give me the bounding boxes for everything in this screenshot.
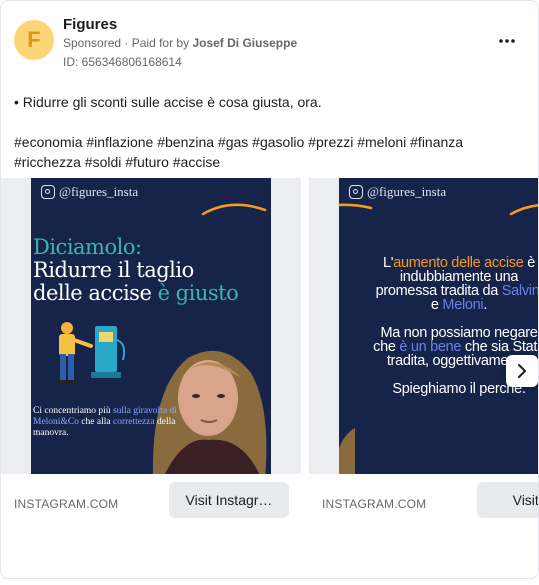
text-part: . <box>483 297 488 313</box>
post-body: • Ridurre gli sconti sulle accise è cosa… <box>14 92 524 172</box>
orange-swoosh-icon <box>339 203 373 210</box>
slide-caption: Ci concentriamo più sulla giravolta di M… <box>33 406 183 439</box>
post-text: • Ridurre gli sconti sulle accise è cosa… <box>14 94 322 110</box>
more-horizontal-icon <box>499 39 515 43</box>
ad-card: F Figures Sponsored · Paid for by Josef … <box>0 0 539 579</box>
paid-for-label: · Paid for by <box>124 36 190 50</box>
slide-media[interactable]: @figures_insta L'aumento delle accise è … <box>309 178 539 474</box>
slide-footer: INSTAGRAM.COM Visit Instagr… <box>1 474 301 528</box>
visit-instagram-button[interactable]: Visit Instagr… <box>169 482 289 518</box>
carousel-card-2[interactable]: @figures_insta L'aumento delle accise è … <box>309 178 539 528</box>
text-part: e <box>430 297 443 313</box>
slide-image: @figures_insta Diciamolo: Ridurre il tag… <box>31 178 271 474</box>
orange-swoosh-icon <box>201 203 267 216</box>
instagram-icon <box>41 185 55 199</box>
page-avatar[interactable]: F <box>14 20 54 60</box>
portrait-photo <box>152 350 267 474</box>
headline-line-4: è giusto <box>157 281 239 305</box>
caption-highlight: correttezza <box>112 417 155 427</box>
visit-instagram-button[interactable]: Visit Ins <box>477 482 538 518</box>
orange-swoosh-icon <box>509 203 538 216</box>
avatar-letter: F <box>27 27 41 52</box>
caption-part: Ci concentriamo più <box>33 406 113 416</box>
instagram-icon <box>349 185 363 199</box>
more-options-button[interactable] <box>494 31 520 51</box>
fuel-worker-illustration <box>57 322 126 384</box>
caption-part: che alla <box>78 417 113 427</box>
text-line: indubbiamente una <box>399 269 519 285</box>
text-highlight: Meloni <box>442 297 484 313</box>
text-part: è <box>523 255 535 271</box>
handle-text: @figures_insta <box>367 184 447 199</box>
slide-text: L'aumento delle accise è indubbiamente u… <box>339 255 539 410</box>
headline-line-1: Diciamolo: <box>33 235 142 259</box>
text-line: che è un bene che sia Stata <box>339 340 538 355</box>
carousel: @figures_insta Diciamolo: Ridurre il tag… <box>1 178 539 528</box>
headline-line-2: Ridurre il taglio <box>33 258 194 282</box>
instagram-handle: @figures_insta <box>349 184 446 200</box>
slide-footer: INSTAGRAM.COM Visit Ins <box>309 474 538 528</box>
slide-media[interactable]: @figures_insta Diciamolo: Ridurre il tag… <box>1 178 301 474</box>
text-line: Ma non possiamo negare <box>380 325 538 341</box>
ad-id: ID: 656346806168614 <box>63 55 182 69</box>
text-part: L' <box>383 255 394 271</box>
post-hashtags: #economia #inflazione #benzina #gas #gas… <box>14 134 464 170</box>
page-name[interactable]: Figures <box>63 16 117 33</box>
chevron-right-icon <box>518 364 526 378</box>
carousel-card-1[interactable]: @figures_insta Diciamolo: Ridurre il tag… <box>1 178 301 528</box>
instagram-handle: @figures_insta <box>41 184 138 200</box>
sponsored-line: Sponsored · Paid for by Josef Di Giusepp… <box>63 36 297 50</box>
text-line: promessa tradita da Salvini <box>339 283 539 299</box>
link-domain: INSTAGRAM.COM <box>14 497 119 511</box>
portrait-fragment <box>339 428 355 474</box>
sponsored-label: Sponsored <box>63 36 122 50</box>
text-line: e Meloni. <box>339 297 538 313</box>
link-domain: INSTAGRAM.COM <box>322 497 427 511</box>
text-line: L'aumento delle accise è <box>339 255 538 271</box>
slide-headline: Diciamolo: Ridurre il taglio delle accis… <box>33 236 269 305</box>
headline-line-3: delle accise <box>33 281 152 305</box>
payer-name: Josef Di Giuseppe <box>192 36 298 50</box>
text-highlight: Salvini <box>501 283 539 299</box>
carousel-next-button[interactable] <box>506 355 538 387</box>
handle-text: @figures_insta <box>59 184 139 199</box>
slide-image: @figures_insta L'aumento delle accise è … <box>339 178 539 474</box>
